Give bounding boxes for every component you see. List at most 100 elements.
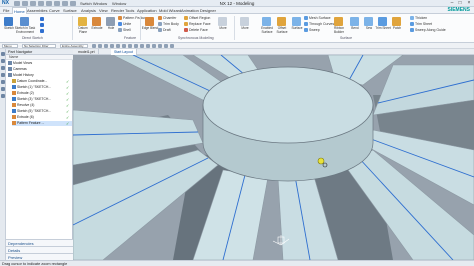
offset-region-icon: [184, 16, 188, 21]
details-panel[interactable]: Details: [6, 246, 73, 253]
ribbon: Sketch Sketch in Task Environment Direct…: [0, 14, 474, 43]
chamfer-button[interactable]: Chamfer: [158, 16, 176, 21]
snap-icon[interactable]: [170, 44, 174, 48]
model-view[interactable]: [73, 55, 474, 260]
graphics-window[interactable]: [73, 55, 474, 260]
snap-icon[interactable]: [152, 44, 156, 48]
snap-icon[interactable]: [140, 44, 144, 48]
close-button[interactable]: ×: [465, 0, 473, 7]
snap-icon[interactable]: [104, 44, 108, 48]
menu-button[interactable]: Menu: [2, 44, 18, 48]
tab-assemblies[interactable]: Assemblies: [26, 7, 48, 14]
trim-body-button[interactable]: Trim Body: [158, 22, 179, 27]
tree-item-label: Cameras: [13, 67, 27, 71]
snap-icon[interactable]: [164, 44, 168, 48]
reuse-library-icon[interactable]: [1, 73, 5, 77]
web-browser-icon[interactable]: [1, 80, 5, 84]
ribbon-separator: [234, 16, 235, 40]
shell-button[interactable]: Shell: [118, 28, 131, 33]
snap-icon[interactable]: [134, 44, 138, 48]
type-filter-select[interactable]: No Selection Filter: [22, 44, 56, 48]
checkmark-icon: ✓: [66, 84, 70, 90]
mesh-surface-button[interactable]: Mesh Surface: [304, 16, 331, 21]
tab-animation-designer[interactable]: Animation Designer: [180, 7, 217, 14]
feature-icon: [12, 115, 16, 119]
tree-item[interactable]: Revolve (4): [12, 103, 72, 108]
tree-item-label: Model Views: [13, 61, 33, 65]
draft-icon: [158, 28, 162, 33]
unite-button[interactable]: Unite: [118, 22, 131, 27]
tree-item[interactable]: Extrude (2): [12, 91, 72, 96]
thicken-button[interactable]: Thicken: [410, 16, 427, 21]
roles-icon[interactable]: [1, 94, 5, 98]
minimize-button[interactable]: –: [448, 0, 456, 7]
tab-surface[interactable]: Surface: [62, 7, 78, 14]
tree-item[interactable]: Extrude (6): [12, 115, 72, 120]
tab-render[interactable]: Render: [110, 7, 125, 14]
column-name[interactable]: Name: [9, 55, 18, 59]
line-tool[interactable]: [40, 17, 45, 22]
constraint-navigator-icon[interactable]: [1, 59, 5, 63]
tab-mold-wizard[interactable]: Mold Wizard: [158, 7, 182, 14]
tab-tools[interactable]: Tools: [124, 7, 135, 14]
tab-file[interactable]: File: [2, 7, 10, 14]
snap-icon[interactable]: [98, 44, 102, 48]
selection-point: [317, 157, 325, 165]
tab-analysis[interactable]: Analysis: [80, 7, 97, 14]
hub-top-face: [202, 66, 374, 144]
sweep-along-guide-button[interactable]: Sweep Along Guide: [410, 28, 446, 33]
pattern-feature-button[interactable]: Pattern Feature: [118, 16, 147, 21]
snap-icon[interactable]: [122, 44, 126, 48]
group-direct-sketch: Direct Sketch: [22, 36, 43, 40]
snap-icon[interactable]: [116, 44, 120, 48]
sketch-task-icon: [20, 17, 29, 26]
title-bar: NX Switch Window Window NX 12 - Modeling…: [0, 0, 474, 7]
trim-sheet-icon: [378, 17, 387, 26]
tree-item[interactable]: Datum Coordinate...: [12, 79, 72, 84]
snap-icon[interactable]: [128, 44, 132, 48]
preview-panel[interactable]: Preview: [6, 253, 73, 260]
tree-item[interactable]: Cameras: [8, 67, 68, 72]
snap-icon[interactable]: [146, 44, 150, 48]
replace-face-button[interactable]: Replace Face: [184, 22, 211, 27]
feature-icon: [12, 79, 16, 83]
tree-item-label: Sketch (3) "SKETCH...: [17, 97, 52, 101]
tree-item[interactable]: Pattern Feature ...: [12, 121, 72, 126]
snap-icon[interactable]: [92, 44, 96, 48]
status-bar: Drag cursor to indicate zoom rectangle: [0, 260, 474, 266]
sweep-button[interactable]: Sweep: [304, 28, 320, 33]
draft-button[interactable]: Draft: [158, 28, 171, 33]
maximize-button[interactable]: □: [456, 0, 464, 7]
assembly-navigator-icon[interactable]: [1, 52, 5, 56]
folder-icon: [8, 73, 12, 77]
tab-view[interactable]: View: [98, 7, 109, 14]
delete-face-icon: [184, 28, 188, 33]
arc-tool[interactable]: [40, 23, 45, 28]
history-icon[interactable]: [1, 87, 5, 91]
dependencies-panel[interactable]: Dependencies: [6, 239, 73, 246]
offset-region-button[interactable]: Offset Region: [184, 16, 210, 21]
selection-scope-select[interactable]: Entire Assembly: [60, 44, 88, 48]
delete-face-button[interactable]: Delete Face: [184, 28, 208, 33]
rectangle-tool[interactable]: [40, 29, 45, 34]
tree-item[interactable]: Sketch (5) "SKETCH...: [12, 109, 72, 114]
part-navigator-icon[interactable]: [1, 66, 5, 70]
snap-icon[interactable]: [158, 44, 162, 48]
enabled-surface-icon: [262, 17, 271, 26]
tree-item[interactable]: Sketch (1) "SKETCH...: [12, 85, 72, 90]
feature-icon: [12, 121, 16, 125]
tab-application[interactable]: Application: [136, 7, 158, 14]
sew-icon: [364, 17, 373, 26]
trim-sheet-small-button[interactable]: Trim Sheet: [410, 22, 432, 27]
tree-item[interactable]: Model History: [8, 73, 68, 78]
tree-item[interactable]: Model Views: [8, 61, 68, 66]
tab-curve[interactable]: Curve: [48, 7, 61, 14]
tree-item-label: Extrude (6): [17, 115, 34, 119]
sweep-icon: [304, 28, 308, 33]
nx-window: NX Switch Window Window NX 12 - Modeling…: [0, 0, 474, 266]
checkmark-icon: ✓: [66, 78, 70, 84]
tree-item[interactable]: Sketch (3) "SKETCH...: [12, 97, 72, 102]
snap-icon[interactable]: [110, 44, 114, 48]
tree-item-label: Extrude (2): [17, 91, 34, 95]
tab-home[interactable]: Home: [12, 7, 27, 14]
